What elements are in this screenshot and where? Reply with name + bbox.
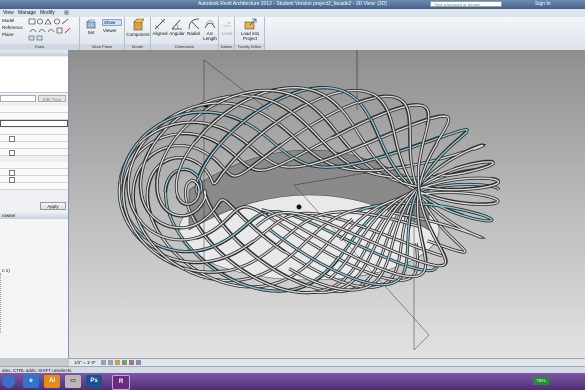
windows-taskbar: e Ai ▭ Ps R 76%	[0, 373, 585, 390]
load-into-project-label: Load into Project	[240, 31, 260, 41]
set-label: Set	[87, 30, 95, 35]
properties-panel: Edit Type Apply	[0, 50, 69, 213]
property-row[interactable]	[0, 149, 68, 156]
component-icon	[133, 18, 144, 31]
level-button[interactable]: Level	[220, 18, 234, 36]
filter-dropdown[interactable]	[0, 95, 36, 102]
model-group: Component Model	[125, 17, 151, 50]
draw-model-line[interactable]: Model	[2, 18, 14, 23]
draw-tools-icon[interactable]	[28, 18, 78, 42]
sign-in-link[interactable]: Sign In	[535, 1, 551, 7]
3d-viewport[interactable]	[69, 50, 585, 358]
ie-icon[interactable]: e	[23, 375, 39, 388]
illustrator-icon[interactable]: Ai	[44, 375, 60, 388]
work-plane-group: Set Show Viewer Work Plane	[80, 17, 125, 50]
work-plane-set-icon	[86, 19, 96, 29]
tab-view[interactable]: View	[3, 10, 14, 16]
viewer-button[interactable]: Viewer	[102, 28, 123, 33]
load-into-project-button[interactable]: Load into Project	[236, 18, 264, 41]
start-button[interactable]	[2, 375, 15, 388]
property-row[interactable]	[0, 106, 68, 113]
show-label: Show	[104, 20, 116, 25]
view-scale[interactable]: 1/2" = 1'-0"	[74, 360, 96, 365]
arc-length-label: Arc Length	[203, 31, 217, 41]
angular-dimension-icon	[171, 19, 182, 30]
component-label: Component	[126, 32, 150, 37]
load-into-project-icon	[244, 18, 256, 30]
angular-dimension-button[interactable]: Angular	[169, 18, 185, 36]
reference-line	[413, 334, 430, 351]
property-row[interactable]	[0, 162, 68, 169]
level-icon	[223, 21, 231, 27]
tree-guide	[0, 273, 3, 333]
draw-reference-plane[interactable]: Plane	[2, 32, 14, 37]
radial-label: Radial	[187, 31, 200, 36]
draw-reference-line[interactable]: Reference	[2, 25, 23, 30]
browser-item[interactable]: n 1)	[2, 268, 10, 273]
ribbon: Model Reference Plane Draw Set Show View…	[0, 17, 585, 51]
property-row[interactable]	[0, 128, 68, 135]
edit-type-button[interactable]: Edit Type	[38, 95, 66, 102]
apply-button[interactable]: Apply	[40, 202, 66, 210]
folder-icon[interactable]: ▭	[65, 375, 81, 388]
radial-dimension-button[interactable]: Radial	[186, 18, 201, 36]
component-button[interactable]: Component	[126, 18, 150, 37]
level-label: Level	[221, 31, 233, 36]
title-bar: Autodesk Revit Architecture 2012 - Stude…	[0, 0, 585, 9]
property-checkbox[interactable]	[9, 150, 15, 156]
window-title: Autodesk Revit Architecture 2012 - Stude…	[198, 1, 387, 7]
property-row[interactable]	[0, 135, 68, 142]
tab-manage[interactable]: Manage	[18, 10, 36, 16]
radial-dimension-icon	[188, 18, 199, 30]
property-row[interactable]	[0, 113, 68, 120]
ribbon-minimize-icon[interactable]	[63, 9, 70, 16]
photoshop-icon[interactable]: Ps	[86, 375, 102, 388]
property-row[interactable]	[0, 183, 68, 190]
datum-group: Level Datum	[219, 17, 235, 50]
aligned-label: Aligned	[152, 31, 168, 36]
3d-model-canvas[interactable]	[69, 50, 585, 358]
dimension-group: Aligned Angular Radial Arc Length Dimens…	[151, 17, 219, 50]
family-editor-group: Load into Project Family Editor	[235, 17, 265, 50]
battery-indicator: 76%	[533, 377, 549, 385]
show-button[interactable]: Show	[102, 19, 122, 26]
search-input[interactable]: Type a keyword or phrase	[430, 1, 502, 7]
property-row[interactable]	[0, 142, 68, 149]
control-point[interactable]	[296, 204, 302, 210]
angular-label: Angular	[169, 31, 185, 36]
viewer-label: Viewer	[103, 28, 117, 33]
arc-length-dimension-button[interactable]: Arc Length	[202, 18, 218, 41]
properties-header	[0, 50, 68, 56]
aligned-dimension-button[interactable]: Aligned	[152, 18, 168, 36]
set-button[interactable]: Set	[84, 19, 98, 35]
type-selector[interactable]	[0, 57, 68, 93]
property-row-selected[interactable]	[0, 120, 68, 127]
browser-title: rowser	[0, 213, 68, 219]
property-row[interactable]	[0, 176, 68, 183]
tab-modify[interactable]: Modify	[40, 10, 55, 16]
draw-group: Model Reference Plane Draw	[0, 17, 80, 50]
aligned-dimension-icon	[154, 18, 166, 30]
arc-length-icon	[204, 20, 216, 29]
revit-icon[interactable]: R	[112, 375, 130, 390]
property-row[interactable]	[0, 169, 68, 176]
project-browser: rowser n 1)	[0, 213, 69, 358]
